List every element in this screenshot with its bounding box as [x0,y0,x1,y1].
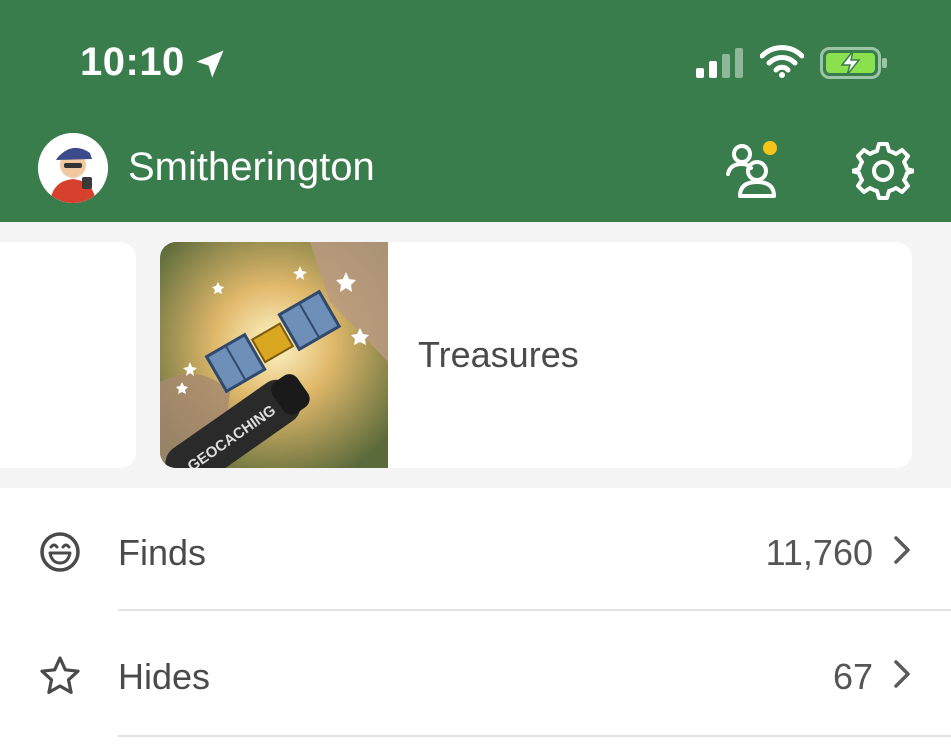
stats-list: Finds 11,760 Hides 67 [0,488,951,750]
hides-row[interactable]: Hides 67 [0,612,951,734]
wifi-icon [760,45,804,78]
avatar[interactable] [38,133,108,203]
hides-label: Hides [118,656,211,697]
carousel-card-partial[interactable] [0,242,136,468]
row-divider [118,609,951,611]
friends-icon [726,141,777,198]
treasures-label: Treasures [418,334,579,375]
status-time: 10:10 [80,40,185,84]
treasures-image: GEOCACHING [160,242,388,468]
treasures-card[interactable]: GEOCACHING Treasures [160,242,912,468]
smiley-icon [40,532,80,572]
finds-row[interactable]: Finds 11,760 [0,488,951,610]
settings-gear-icon [850,142,916,200]
star-icon [40,656,80,694]
notification-dot [763,141,777,155]
cellular-signal-icon [696,48,743,78]
username[interactable]: Smitherington [128,145,375,190]
location-arrow-icon [196,50,224,78]
finds-value: 11,760 [765,532,873,573]
friends-button[interactable] [722,138,784,200]
avatar-image [38,133,108,203]
battery-charging-icon [820,47,887,79]
profile-header: 10:10 Smitherington [0,0,951,222]
settings-button[interactable] [850,140,916,202]
row-divider [118,735,951,737]
achievements-carousel[interactable]: GEOCACHING Treasures [0,222,951,488]
finds-label: Finds [118,532,207,573]
hides-value: 67 [832,656,873,697]
chevron-right-icon [894,536,910,564]
chevron-right-icon [894,660,910,688]
